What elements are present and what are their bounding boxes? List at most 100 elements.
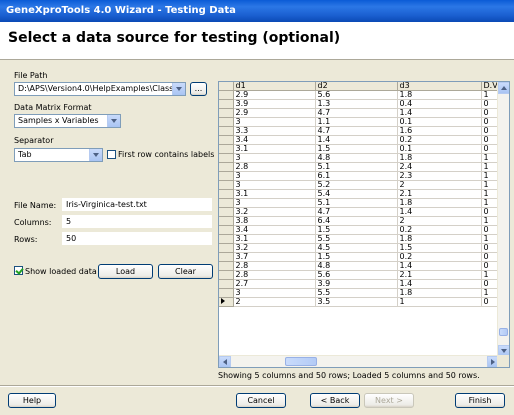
table-cell[interactable]: 2.9 <box>233 90 316 101</box>
table-cell[interactable]: 4.8 <box>315 261 398 272</box>
table-cell[interactable]: 1.4 <box>315 135 398 146</box>
help-button[interactable]: Help <box>8 393 56 408</box>
table-cell[interactable]: 4.8 <box>315 153 398 164</box>
table-row[interactable]: 3 5.1 1.8 1 <box>219 198 502 209</box>
row-header[interactable] <box>219 99 234 110</box>
row-header[interactable] <box>219 90 234 101</box>
table-cell[interactable]: 5.5 <box>315 288 398 299</box>
row-header[interactable] <box>219 198 234 209</box>
row-header[interactable] <box>219 144 234 155</box>
table-cell[interactable]: 1.5 <box>315 144 398 155</box>
column-header[interactable]: d3 <box>397 82 482 92</box>
table-row[interactable]: 3 6.1 2.3 1 <box>219 171 502 182</box>
table-cell[interactable]: 3.1 <box>233 234 316 245</box>
table-cell[interactable]: 2.8 <box>233 270 316 281</box>
row-header[interactable] <box>219 207 234 218</box>
table-row[interactable]: 3.1 5.4 2.1 1 <box>219 189 502 200</box>
table-cell[interactable]: 1.4 <box>397 261 482 272</box>
table-cell[interactable]: 3.9 <box>233 99 316 110</box>
separator-combo[interactable]: Tab <box>14 148 103 162</box>
table-cell[interactable]: 6.4 <box>315 216 398 227</box>
table-cell[interactable]: 5.1 <box>315 162 398 173</box>
table-cell[interactable]: 0.2 <box>397 225 482 236</box>
table-cell[interactable]: 1.1 <box>315 117 398 128</box>
table-cell[interactable]: 0.2 <box>397 135 482 146</box>
table-cell[interactable]: 3.1 <box>233 144 316 155</box>
table-cell[interactable]: 1.8 <box>397 198 482 209</box>
table-cell[interactable]: 1.5 <box>315 225 398 236</box>
table-cell[interactable]: 1.4 <box>397 279 482 290</box>
table-row[interactable]: 3.2 4.5 1.5 0 <box>219 243 502 254</box>
row-header[interactable] <box>219 135 234 146</box>
row-header[interactable] <box>219 153 234 164</box>
table-cell[interactable]: 1.8 <box>397 234 482 245</box>
table-cell[interactable]: 3.7 <box>233 252 316 263</box>
row-header[interactable] <box>219 108 234 119</box>
file-path-combo[interactable]: D:\APS\Version4.0\HelpExamples\Classific… <box>14 82 186 96</box>
table-cell[interactable]: 2.1 <box>397 270 482 281</box>
table-row[interactable]: 3.1 1.5 0.1 0 <box>219 144 502 155</box>
table-cell[interactable]: 5.5 <box>315 234 398 245</box>
table-row[interactable]: 2.9 5.6 1.8 1 <box>219 90 502 101</box>
scroll-up-icon[interactable] <box>498 82 509 94</box>
table-cell[interactable]: 3 <box>233 198 316 209</box>
table-cell[interactable]: 1.4 <box>397 108 482 119</box>
table-cell[interactable]: 0.2 <box>397 252 482 263</box>
table-row[interactable]: 2.7 3.9 1.4 0 <box>219 279 502 290</box>
clear-button[interactable]: Clear <box>158 264 213 279</box>
table-cell[interactable]: 3.4 <box>233 225 316 236</box>
row-header[interactable] <box>219 225 234 236</box>
table-cell[interactable]: 2.7 <box>233 279 316 290</box>
table-row[interactable]: 3 1.1 0.1 0 <box>219 117 502 128</box>
table-cell[interactable]: 1.8 <box>397 90 482 101</box>
row-header[interactable] <box>219 180 234 191</box>
columns-field[interactable]: 5 <box>62 215 212 228</box>
row-header[interactable] <box>219 234 234 245</box>
table-row[interactable]: 3.3 4.7 1.6 0 <box>219 126 502 137</box>
table-cell[interactable]: 5.1 <box>315 198 398 209</box>
chevron-down-icon[interactable] <box>172 83 185 95</box>
table-cell[interactable]: 1.6 <box>397 126 482 137</box>
table-cell[interactable]: 3.2 <box>233 243 316 254</box>
finish-button[interactable]: Finish <box>455 393 505 408</box>
chevron-down-icon[interactable] <box>107 115 120 127</box>
cancel-button[interactable]: Cancel <box>236 393 286 408</box>
rows-field[interactable]: 50 <box>62 232 212 245</box>
table-cell[interactable]: 4.7 <box>315 126 398 137</box>
row-header[interactable] <box>219 252 234 263</box>
table-cell[interactable]: 2 <box>397 180 482 191</box>
row-header[interactable] <box>219 288 234 299</box>
row-header[interactable] <box>219 216 234 227</box>
table-cell[interactable]: 4.7 <box>315 108 398 119</box>
table-cell[interactable]: 3.8 <box>233 216 316 227</box>
table-cell[interactable]: 1.5 <box>315 252 398 263</box>
row-header[interactable] <box>219 171 234 182</box>
file-name-field[interactable]: Iris-Virginica-test.txt <box>62 198 212 211</box>
row-header[interactable] <box>219 189 234 200</box>
table-cell[interactable]: 1.8 <box>397 153 482 164</box>
column-header[interactable]: d2 <box>315 82 398 92</box>
table-cell[interactable]: 5.6 <box>315 270 398 281</box>
horizontal-scrollbar[interactable] <box>219 355 499 367</box>
vertical-scrollbar[interactable] <box>497 82 509 357</box>
table-row[interactable]: 2.8 5.1 2.4 1 <box>219 162 502 173</box>
table-cell[interactable]: 5.4 <box>315 189 398 200</box>
table-cell[interactable]: 1 <box>397 297 482 308</box>
table-row[interactable]: 3.1 5.5 1.8 1 <box>219 234 502 245</box>
horizontal-scroll-thumb[interactable] <box>285 357 317 366</box>
table-cell[interactable]: 5.2 <box>315 180 398 191</box>
back-button[interactable]: < Back <box>310 393 360 408</box>
table-row[interactable]: 3.4 1.5 0.2 0 <box>219 225 502 236</box>
row-header[interactable] <box>219 279 234 290</box>
scroll-left-icon[interactable] <box>219 356 231 367</box>
table-cell[interactable]: 3.5 <box>315 297 398 308</box>
table-row[interactable]: 3.7 1.5 0.2 0 <box>219 252 502 263</box>
table-cell[interactable]: 3.3 <box>233 126 316 137</box>
data-grid[interactable]: d1 d2 d3 D.V. 2.9 5.6 1.8 1 3.9 1.3 0.4 0 2.9 4.7… <box>218 81 510 368</box>
table-row[interactable]: 3.9 1.3 0.4 0 <box>219 99 502 110</box>
table-cell[interactable]: 1.5 <box>397 243 482 254</box>
row-header[interactable] <box>219 261 234 272</box>
table-cell[interactable]: 2.1 <box>397 189 482 200</box>
table-cell[interactable]: 3.9 <box>315 279 398 290</box>
row-header[interactable] <box>219 117 234 128</box>
